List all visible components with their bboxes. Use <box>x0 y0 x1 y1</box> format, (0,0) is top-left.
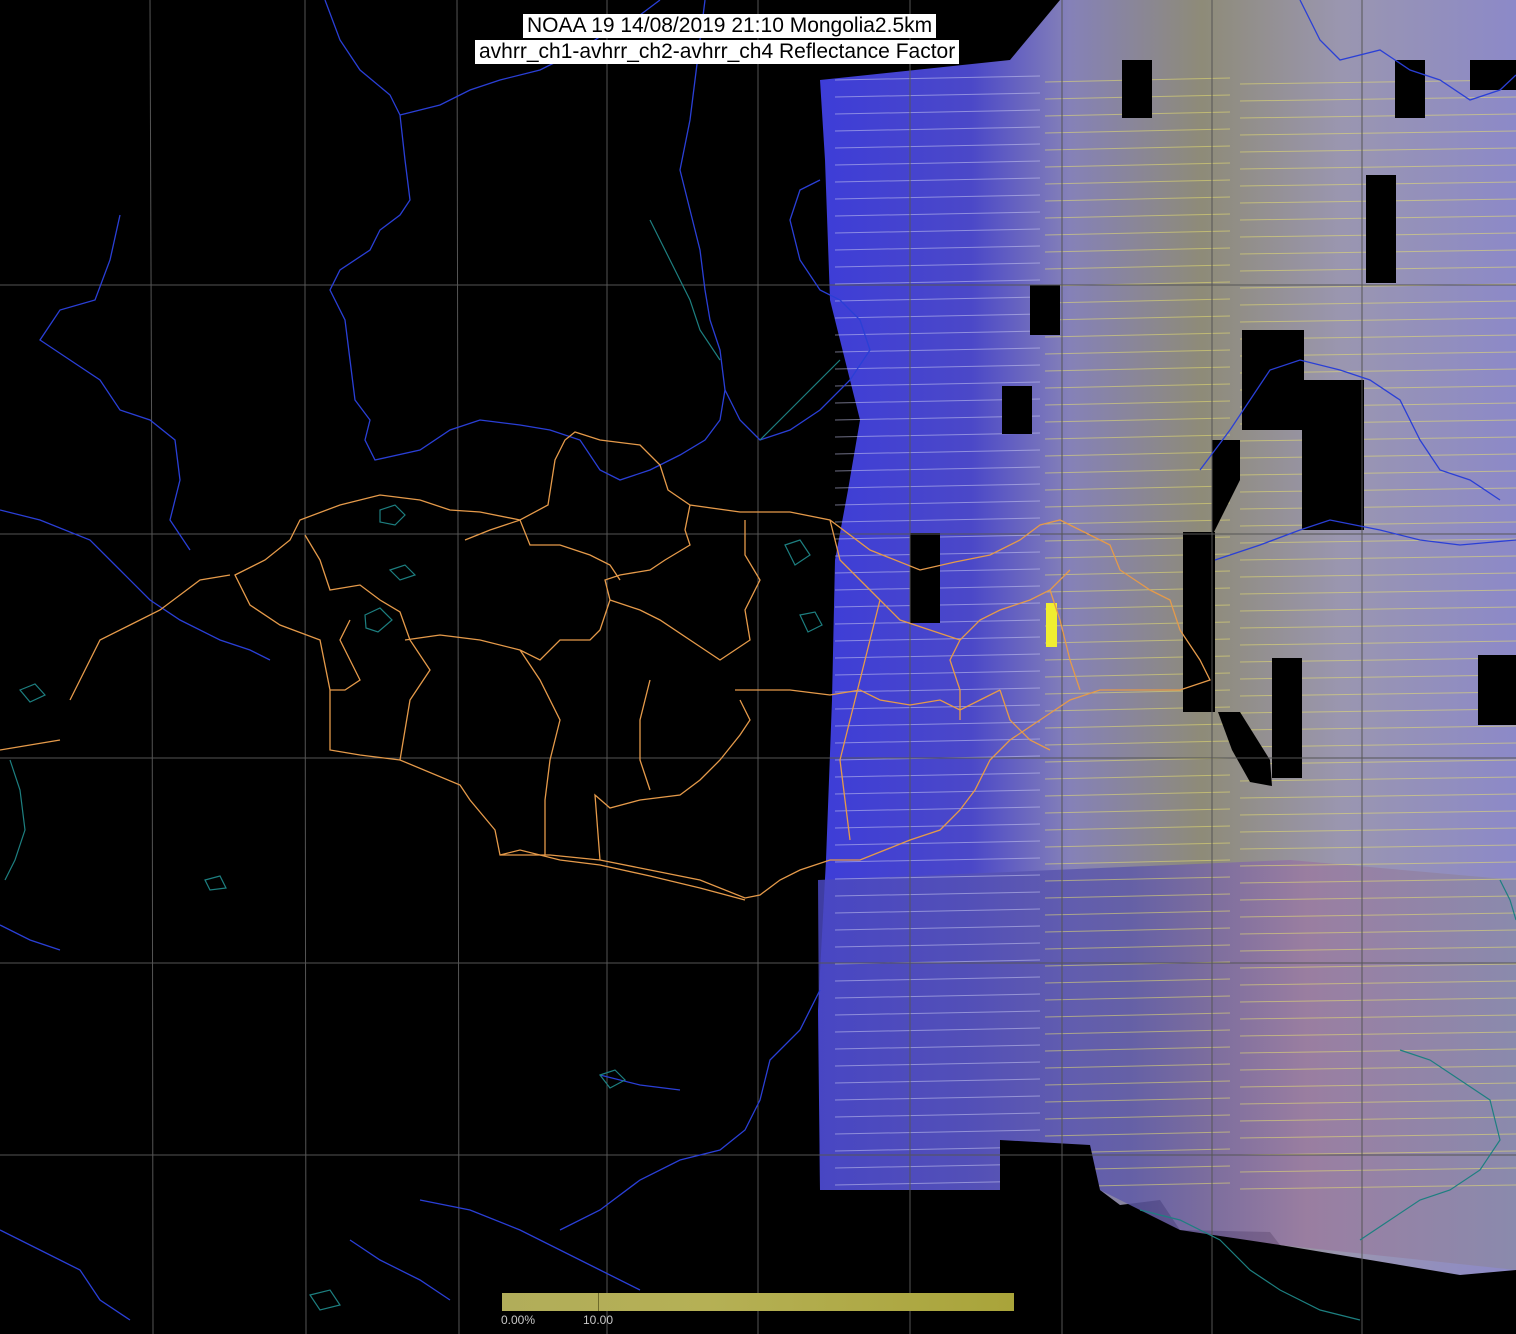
map-title-line1: NOAA 19 14/08/2019 21:10 Mongolia2.5km <box>523 14 937 38</box>
colorbar-max-label: 10.00 <box>583 1313 614 1327</box>
colorbar <box>502 1293 1014 1311</box>
map-title-line2: avhrr_ch1-avhrr_ch2-avhrr_ch4 Reflectanc… <box>475 40 960 64</box>
satellite-swath <box>818 0 1516 1275</box>
colorbar-min-label: 0.00% <box>501 1313 536 1327</box>
satellite-map <box>0 0 1516 1334</box>
colorbar-tick <box>598 1293 599 1311</box>
